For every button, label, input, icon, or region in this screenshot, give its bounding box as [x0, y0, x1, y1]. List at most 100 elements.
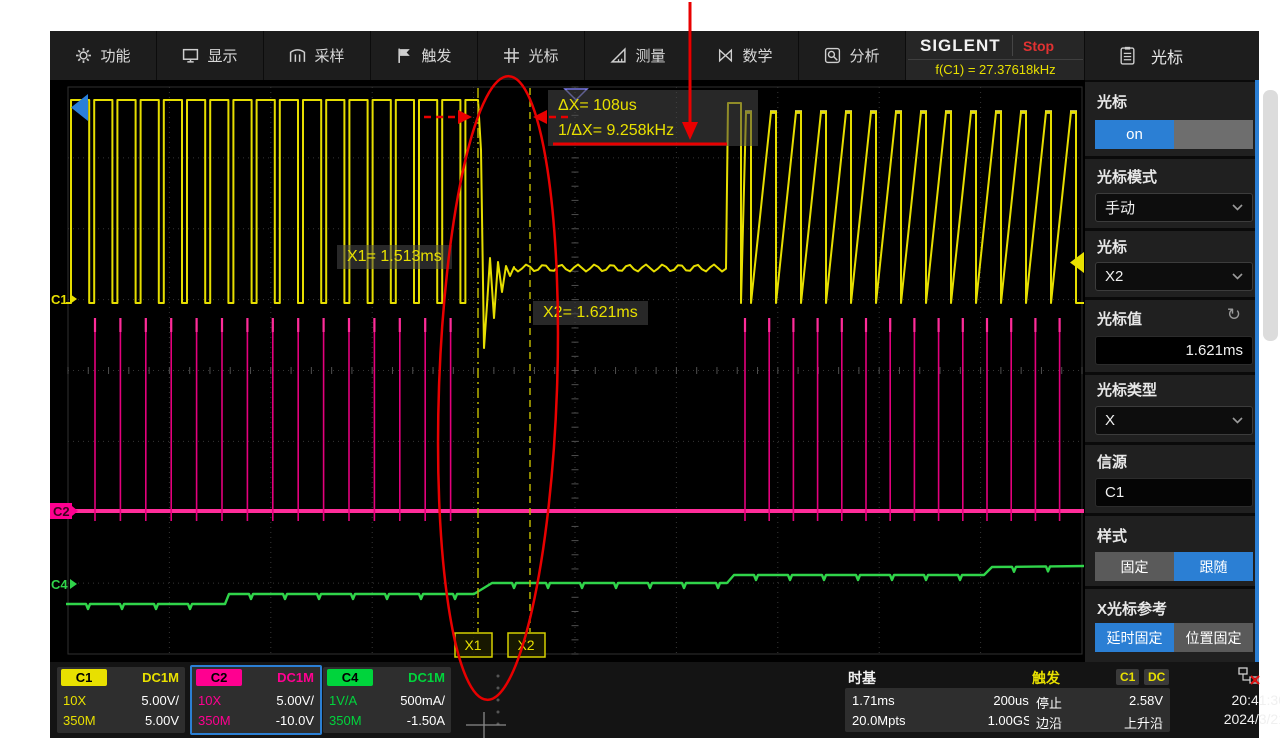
- section-cursor-mode: 光标模式 手动: [1085, 159, 1255, 228]
- menu-bar: 功能 显示 采样 触发 光标 测量 数学 分析: [50, 31, 1259, 80]
- menu-item-acquire[interactable]: 采样: [264, 31, 371, 80]
- channel-c2-descriptor[interactable]: C2 DC1M 10X 5.00V/ 350M -10.0V: [190, 665, 322, 735]
- cursor-toggle-label: 光标: [1097, 91, 1127, 112]
- channel-c1-descriptor[interactable]: C1 DC1M 10X 5.00V/ 350M 5.00V: [57, 667, 185, 733]
- cursor-on-off-toggle: on: [1095, 120, 1253, 149]
- cursor-x2-flag-label: X2: [517, 637, 534, 653]
- cursor-type-value: X: [1105, 412, 1115, 429]
- menu-item-display[interactable]: 显示: [157, 31, 264, 80]
- trigger-level: 2.58V: [1129, 693, 1163, 708]
- toggle-on-label: on: [1126, 126, 1143, 143]
- c4-badge: C4: [327, 669, 373, 686]
- style-buttons: 固定 跟随: [1095, 552, 1253, 581]
- panel-header: 光标: [1085, 31, 1259, 80]
- channel-c4-marker[interactable]: C4: [51, 577, 77, 592]
- menu-label: 触发: [421, 45, 451, 66]
- x-reference-buttons: 延时固定 位置固定: [1095, 623, 1253, 652]
- cursor-x2-readout: X2= 1.621ms: [533, 301, 648, 325]
- toggle-off-button[interactable]: [1174, 120, 1253, 149]
- section-x-reference: X光标参考 延时固定 位置固定: [1085, 589, 1255, 662]
- delay-fixed-button[interactable]: 延时固定: [1095, 623, 1174, 652]
- style-follow-button[interactable]: 跟随: [1174, 552, 1253, 581]
- trigger-box[interactable]: 停止 2.58V 边沿 上升沿: [1029, 688, 1170, 732]
- acquire-icon: [289, 47, 306, 64]
- c2-offset: -10.0V: [276, 713, 314, 728]
- channel-c2-marker[interactable]: C2: [50, 503, 78, 519]
- crosshair-icon: [464, 712, 508, 738]
- menu-item-utility[interactable]: 功能: [50, 31, 157, 80]
- graticule-grid: [68, 87, 1082, 654]
- menu-label: 功能: [100, 45, 130, 66]
- section-cursor-type: 光标类型 X: [1085, 375, 1255, 442]
- acquisition-status: Stop: [1023, 38, 1054, 54]
- divider: [908, 59, 1083, 60]
- menu-label: 显示: [207, 45, 237, 66]
- cursor-mode-dropdown[interactable]: 手动: [1095, 193, 1253, 222]
- cursor-x1-readout: X1= 1.513ms: [337, 245, 452, 269]
- measure-icon: [610, 47, 627, 64]
- trigger-coupling-badge: DC: [1144, 669, 1169, 685]
- c4-bandwidth: 350M: [329, 713, 389, 728]
- cursor-mode-label: 光标模式: [1097, 166, 1157, 187]
- menu-item-trigger[interactable]: 触发: [371, 31, 478, 80]
- c1-badge: C1: [61, 669, 107, 686]
- chevron-down-icon: [1232, 273, 1243, 280]
- channel-c4-descriptor[interactable]: C4 DC1M 1V/A 500mA/ 350M -1.50A: [323, 667, 451, 733]
- c2-coupling: DC1M: [277, 670, 314, 685]
- cursor-value-field[interactable]: 1.621ms: [1095, 336, 1253, 365]
- c2-marker-label: C2: [53, 504, 70, 519]
- c1-probe: 10X: [63, 693, 123, 708]
- chevron-down-icon: [1232, 204, 1243, 211]
- position-fixed-button[interactable]: 位置固定: [1174, 623, 1253, 652]
- trigger-slope: 上升沿: [1124, 713, 1163, 732]
- menu-item-cursors[interactable]: 光标: [478, 31, 585, 80]
- menu-label: 采样: [314, 45, 344, 66]
- style-fixed-button[interactable]: 固定: [1095, 552, 1174, 581]
- source-field[interactable]: C1: [1095, 478, 1253, 507]
- display-icon: [182, 47, 199, 64]
- cursor-type-dropdown[interactable]: X: [1095, 406, 1253, 435]
- style-label: 样式: [1097, 525, 1127, 546]
- section-cursor-toggle: 光标 on: [1085, 82, 1255, 156]
- refresh-icon[interactable]: ↻: [1227, 305, 1241, 325]
- c2-scale: 5.00V/: [276, 693, 314, 708]
- channel-c1-marker[interactable]: C1: [51, 292, 77, 307]
- menu-item-analysis[interactable]: 分析: [799, 31, 906, 80]
- network-disconnected-icon[interactable]: [1238, 667, 1260, 685]
- timebase-box[interactable]: 1.71ms 200us/div 20.0Mpts 1.00GSa/s: [845, 688, 1056, 732]
- cursor-grid-icon: [503, 47, 520, 64]
- menu-label: 光标: [528, 45, 558, 66]
- menu-item-measure[interactable]: 测量: [585, 31, 692, 80]
- cursor-x1-flag[interactable]: X1: [455, 633, 492, 657]
- cursor-x2-flag[interactable]: X2: [508, 633, 545, 657]
- chevron-down-icon: [1232, 417, 1243, 424]
- trigger-title: 触发: [1032, 668, 1060, 688]
- cursor-type-label: 光标类型: [1097, 379, 1157, 400]
- clock-time: 20:41:30: [1174, 692, 1280, 708]
- graticule-svg: X1 X2 C1 C2 C4: [50, 80, 1085, 662]
- cursor-value-text: 1.621ms: [1185, 342, 1243, 359]
- c1-coupling: DC1M: [142, 670, 179, 685]
- trigger-status: 停止: [1036, 693, 1062, 712]
- c4-offset: -1.50A: [407, 713, 445, 728]
- cursor-select-dropdown[interactable]: X2: [1095, 262, 1253, 291]
- menu-item-math[interactable]: 数学: [692, 31, 799, 80]
- style-fixed-label: 固定: [1121, 557, 1149, 577]
- cursor-delta-readout: ΔX= 108us 1/ΔX= 9.258kHz: [548, 90, 758, 146]
- section-cursor-select: 光标 X2: [1085, 231, 1255, 297]
- clock-date: 2024/3/21: [1174, 711, 1280, 727]
- menu-label: 测量: [635, 45, 665, 66]
- c2-badge: C2: [196, 669, 242, 686]
- status-bar: C1 DC1M 10X 5.00V/ 350M 5.00V C2 DC1M 10…: [50, 662, 1259, 738]
- cursor-mode-value: 手动: [1105, 197, 1135, 218]
- c4-probe: 1V/A: [329, 693, 389, 708]
- page-scrollbar-thumb[interactable]: [1263, 90, 1278, 341]
- cursor-select-label: 光标: [1097, 236, 1127, 257]
- oscilloscope-window: 功能 显示 采样 触发 光标 测量 数学 分析: [50, 31, 1259, 738]
- cursor-value-label: 光标值: [1097, 308, 1142, 329]
- style-follow-label: 跟随: [1200, 557, 1228, 577]
- trigger-type: 边沿: [1036, 713, 1062, 732]
- math-icon: [717, 47, 734, 64]
- toggle-on-button[interactable]: on: [1095, 120, 1174, 149]
- trigger-flag-icon: [396, 47, 413, 64]
